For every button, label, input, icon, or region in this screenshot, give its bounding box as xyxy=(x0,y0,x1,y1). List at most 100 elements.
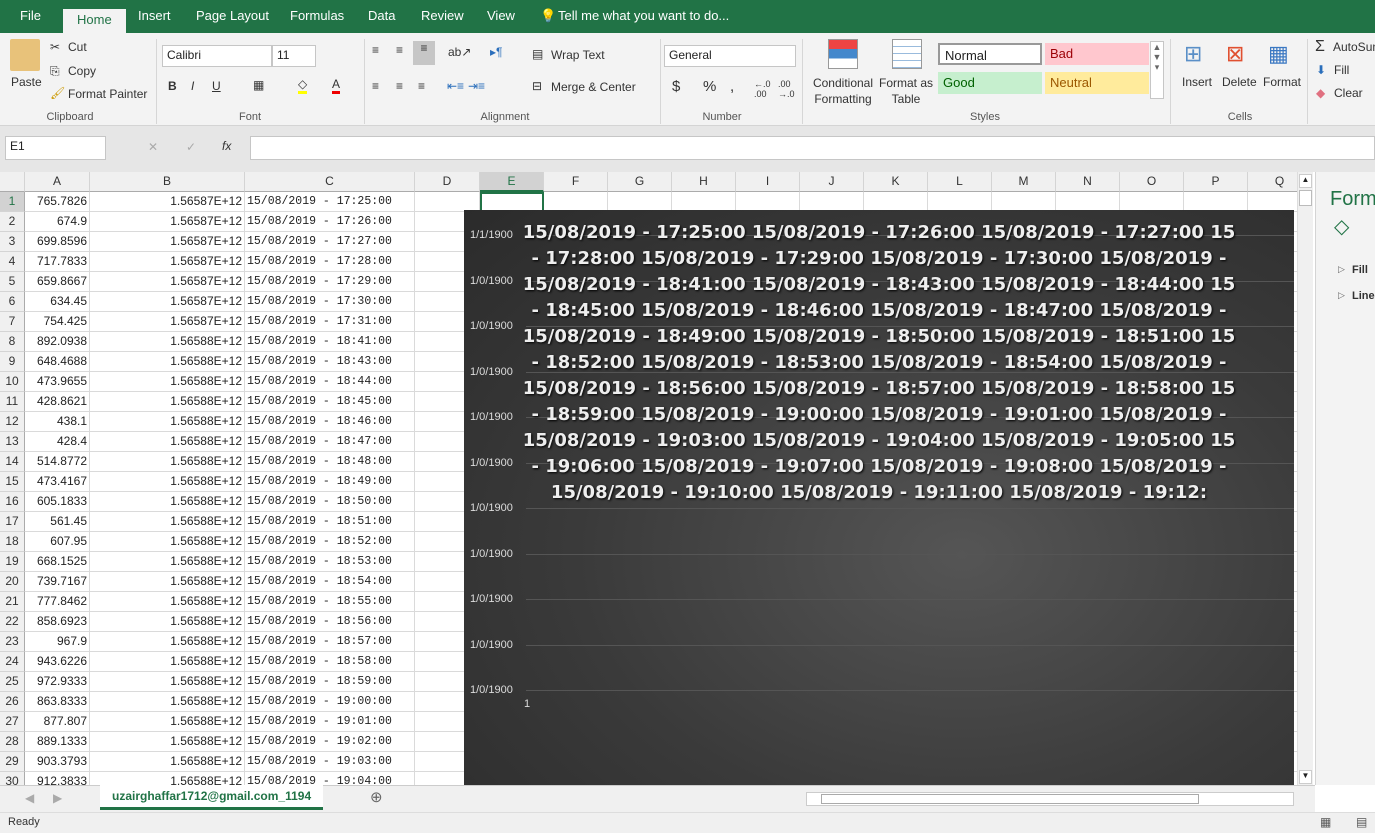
styles-scroll[interactable]: ▲ ▼ ▾ xyxy=(1150,41,1164,99)
scroll-up-button[interactable]: ▲ xyxy=(1299,174,1312,188)
bold-button[interactable]: B xyxy=(168,79,177,93)
cell-b[interactable]: 1.56587E+12 xyxy=(90,192,245,212)
column-header[interactable]: M xyxy=(992,172,1056,192)
column-header[interactable]: H xyxy=(672,172,736,192)
cell-a[interactable]: 438.1 xyxy=(25,412,90,432)
cell-a[interactable]: 699.8596 xyxy=(25,232,90,252)
cell-a[interactable]: 605.1833 xyxy=(25,492,90,512)
cell[interactable] xyxy=(736,192,800,212)
row-header[interactable]: 26 xyxy=(0,692,25,712)
cell-c[interactable]: 15/08/2019 - 17:31:00 xyxy=(245,312,415,332)
cell-c[interactable]: 15/08/2019 - 19:02:00 xyxy=(245,732,415,752)
cell-c[interactable]: 15/08/2019 - 18:46:00 xyxy=(245,412,415,432)
cell-b[interactable]: 1.56588E+12 xyxy=(90,332,245,352)
font-color-icon[interactable]: A xyxy=(332,77,341,94)
row-header[interactable]: 3 xyxy=(0,232,25,252)
column-header[interactable]: G xyxy=(608,172,672,192)
cell-c[interactable]: 15/08/2019 - 18:56:00 xyxy=(245,612,415,632)
row-header[interactable]: 15 xyxy=(0,472,25,492)
paste-button[interactable]: Paste xyxy=(11,75,42,89)
wrap-text-button[interactable]: Wrap Text xyxy=(551,48,605,62)
column-header[interactable]: D xyxy=(415,172,480,192)
row-header[interactable]: 25 xyxy=(0,672,25,692)
cell-c[interactable]: 15/08/2019 - 18:53:00 xyxy=(245,552,415,572)
italic-button[interactable]: I xyxy=(191,79,194,93)
cell-a[interactable]: 777.8462 xyxy=(25,592,90,612)
delete-button[interactable]: Delete xyxy=(1222,75,1257,89)
cell-c[interactable]: 15/08/2019 - 18:55:00 xyxy=(245,592,415,612)
fill-line-icon[interactable]: ◇ xyxy=(1334,214,1349,239)
scroll-down-button[interactable]: ▼ xyxy=(1299,770,1312,784)
row-header[interactable]: 20 xyxy=(0,572,25,592)
cell[interactable] xyxy=(1184,192,1248,212)
row-header[interactable]: 6 xyxy=(0,292,25,312)
align-left-icon[interactable]: ≡ xyxy=(372,79,379,93)
row-header[interactable]: 17 xyxy=(0,512,25,532)
cell-b[interactable]: 1.56588E+12 xyxy=(90,512,245,532)
align-center-icon[interactable]: ≡ xyxy=(396,79,403,93)
cell-b[interactable]: 1.56588E+12 xyxy=(90,372,245,392)
cell-a[interactable]: 668.1525 xyxy=(25,552,90,572)
cell-b[interactable]: 1.56588E+12 xyxy=(90,472,245,492)
cell-a[interactable]: 877.807 xyxy=(25,712,90,732)
cell-b[interactable]: 1.56587E+12 xyxy=(90,252,245,272)
cell[interactable] xyxy=(928,192,992,212)
cell-a[interactable]: 863.8333 xyxy=(25,692,90,712)
format-painter-button[interactable]: Format Painter xyxy=(68,87,147,101)
cell-b[interactable]: 1.56588E+12 xyxy=(90,712,245,732)
cell-a[interactable]: 648.4688 xyxy=(25,352,90,372)
cell-a[interactable]: 561.45 xyxy=(25,512,90,532)
cell-a[interactable]: 473.9655 xyxy=(25,372,90,392)
row-header[interactable]: 27 xyxy=(0,712,25,732)
cell-b[interactable]: 1.56588E+12 xyxy=(90,572,245,592)
cell-a[interactable]: 514.8772 xyxy=(25,452,90,472)
row-header[interactable]: 5 xyxy=(0,272,25,292)
cell-a[interactable]: 674.9 xyxy=(25,212,90,232)
cell-c[interactable]: 15/08/2019 - 18:49:00 xyxy=(245,472,415,492)
cell-b[interactable]: 1.56588E+12 xyxy=(90,492,245,512)
text-direction-icon[interactable]: ▸¶ xyxy=(490,45,502,59)
cell-b[interactable]: 1.56587E+12 xyxy=(90,232,245,252)
style-good[interactable]: Good xyxy=(938,72,1042,94)
cell-c[interactable]: 15/08/2019 - 17:25:00 xyxy=(245,192,415,212)
row-header[interactable]: 16 xyxy=(0,492,25,512)
cell[interactable] xyxy=(608,192,672,212)
cell-c[interactable]: 15/08/2019 - 18:41:00 xyxy=(245,332,415,352)
cell-b[interactable]: 1.56587E+12 xyxy=(90,292,245,312)
cell-a[interactable]: 858.6923 xyxy=(25,612,90,632)
clear-button[interactable]: Clear xyxy=(1334,86,1363,100)
enter-icon[interactable]: ✓ xyxy=(186,140,196,154)
column-header[interactable]: C xyxy=(245,172,415,192)
row-header[interactable]: 23 xyxy=(0,632,25,652)
cell-c[interactable]: 15/08/2019 - 18:43:00 xyxy=(245,352,415,372)
row-header[interactable]: 18 xyxy=(0,532,25,552)
font-name-select[interactable]: Calibri xyxy=(162,45,272,67)
cell-c[interactable]: 15/08/2019 - 18:45:00 xyxy=(245,392,415,412)
column-header[interactable]: E xyxy=(480,172,544,192)
cell-c[interactable]: 15/08/2019 - 18:52:00 xyxy=(245,532,415,552)
cell-b[interactable]: 1.56587E+12 xyxy=(90,272,245,292)
cell-c[interactable]: 15/08/2019 - 19:01:00 xyxy=(245,712,415,732)
cell-b[interactable]: 1.56587E+12 xyxy=(90,312,245,332)
percent-button[interactable]: % xyxy=(703,78,716,95)
row-header[interactable]: 10 xyxy=(0,372,25,392)
row-header[interactable]: 4 xyxy=(0,252,25,272)
cut-button[interactable]: Cut xyxy=(68,40,87,54)
cell[interactable] xyxy=(1120,192,1184,212)
row-header[interactable]: 1 xyxy=(0,192,25,212)
cell-b[interactable]: 1.56588E+12 xyxy=(90,772,245,785)
page-layout-view-icon[interactable]: ▤ xyxy=(1356,815,1367,829)
cell-b[interactable]: 1.56587E+12 xyxy=(90,212,245,232)
tell-me-search[interactable]: Tell me what you want to do... xyxy=(558,8,729,23)
autosum-button[interactable]: AutoSum xyxy=(1333,40,1375,54)
cancel-icon[interactable]: ✕ xyxy=(148,140,158,154)
cell-b[interactable]: 1.56588E+12 xyxy=(90,672,245,692)
formula-input[interactable] xyxy=(250,136,1375,160)
cell-a[interactable]: 967.9 xyxy=(25,632,90,652)
cell-a[interactable]: 972.9333 xyxy=(25,672,90,692)
cell-b[interactable]: 1.56588E+12 xyxy=(90,732,245,752)
align-top-icon[interactable]: ≡ xyxy=(372,43,379,57)
cell-b[interactable]: 1.56588E+12 xyxy=(90,452,245,472)
column-header[interactable]: K xyxy=(864,172,928,192)
cell-a[interactable]: 765.7826 xyxy=(25,192,90,212)
